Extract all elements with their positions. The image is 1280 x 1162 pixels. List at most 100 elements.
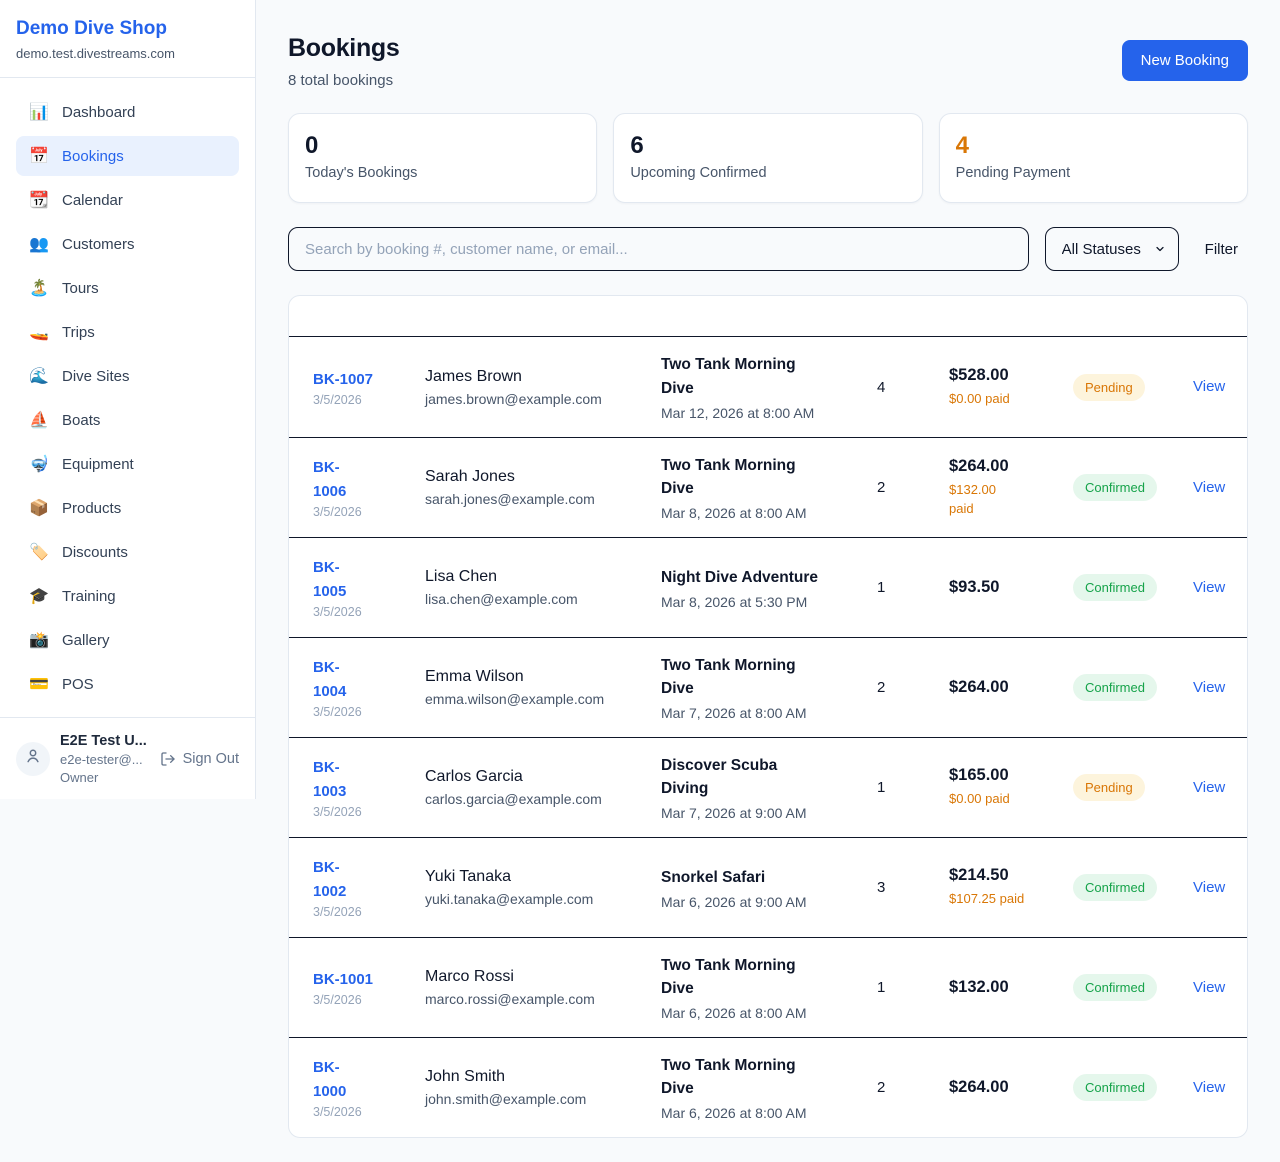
- trip-datetime: Mar 6, 2026 at 8:00 AM: [661, 1105, 865, 1121]
- stat-value: 6: [630, 133, 905, 158]
- trip-datetime: Mar 7, 2026 at 8:00 AM: [661, 705, 865, 721]
- sidebar-item-bookings[interactable]: 📅 Bookings: [16, 136, 239, 176]
- page-header: Bookings 8 total bookings New Booking: [288, 34, 1248, 89]
- sign-out-label: Sign Out: [183, 751, 239, 767]
- customer-name: James Brown: [425, 368, 649, 386]
- total-amount: $264.00: [949, 457, 1061, 476]
- trips-icon: 🚤: [29, 322, 49, 342]
- table-row: BK- 1002 3/5/2026 Yuki Tanaka yuki.tanak…: [289, 837, 1247, 937]
- calendar-icon: 📆: [29, 190, 49, 210]
- trip-name: Two Tank Morning Dive: [661, 454, 865, 501]
- view-link[interactable]: View: [1193, 979, 1225, 996]
- booking-id-link[interactable]: BK-1001: [313, 968, 373, 991]
- view-link[interactable]: View: [1193, 679, 1225, 696]
- status-badge: Confirmed: [1073, 974, 1157, 1001]
- booking-id-link[interactable]: BK- 1003: [313, 756, 346, 803]
- search-input[interactable]: [288, 227, 1029, 271]
- trip-name: Two Tank Morning Dive: [661, 353, 865, 400]
- training-icon: 🎓: [29, 586, 49, 606]
- dashboard-icon: 📊: [29, 102, 49, 122]
- view-link[interactable]: View: [1193, 1079, 1225, 1096]
- booking-id-link[interactable]: BK-1007: [313, 368, 373, 391]
- sidebar-item-discounts[interactable]: 🏷️ Discounts: [16, 532, 239, 572]
- sidebar-item-tours[interactable]: 🏝️ Tours: [16, 268, 239, 308]
- sidebar-item-training[interactable]: 🎓 Training: [16, 576, 239, 616]
- booking-date: 3/5/2026: [313, 1105, 413, 1119]
- bookings-icon: 📅: [29, 146, 49, 166]
- pax-count: 1: [877, 979, 949, 996]
- sign-out-button[interactable]: Sign Out: [160, 751, 239, 767]
- sidebar-item-pos[interactable]: 💳 POS: [16, 664, 239, 704]
- table-row: BK- 1000 3/5/2026 John Smith john.smith@…: [289, 1037, 1247, 1137]
- customer-email: yuki.tanaka@example.com: [425, 891, 649, 907]
- customer-email: emma.wilson@example.com: [425, 691, 649, 707]
- trip-datetime: Mar 7, 2026 at 9:00 AM: [661, 805, 865, 821]
- pax-count: 3: [877, 879, 949, 896]
- filter-button[interactable]: Filter: [1195, 241, 1248, 258]
- view-link[interactable]: View: [1193, 378, 1225, 395]
- sidebar-nav: 📊 Dashboard 📅 Bookings 📆 Calendar 👥 Cust…: [0, 78, 255, 717]
- booking-id-link[interactable]: BK- 1000: [313, 1056, 346, 1103]
- booking-date: 3/5/2026: [313, 805, 413, 819]
- booking-date: 3/5/2026: [313, 605, 413, 619]
- pax-count: 2: [877, 479, 949, 496]
- booking-date: 3/5/2026: [313, 505, 413, 519]
- bookings-table: BK-1007 3/5/2026 James Brown james.brown…: [288, 295, 1248, 1138]
- pax-count: 4: [877, 379, 949, 396]
- user-email: e2e-tester@...: [60, 752, 150, 767]
- stat-card-upcoming-confirmed: 6 Upcoming Confirmed: [613, 113, 922, 203]
- table-row: BK-1007 3/5/2026 James Brown james.brown…: [289, 337, 1247, 437]
- total-amount: $132.00: [949, 978, 1061, 997]
- customer-email: john.smith@example.com: [425, 1091, 649, 1107]
- view-link[interactable]: View: [1193, 879, 1225, 896]
- view-link[interactable]: View: [1193, 479, 1225, 496]
- trip-datetime: Mar 8, 2026 at 8:00 AM: [661, 505, 865, 521]
- booking-id-link[interactable]: BK- 1004: [313, 656, 346, 703]
- view-link[interactable]: View: [1193, 579, 1225, 596]
- total-amount: $214.50: [949, 866, 1061, 885]
- total-amount: $93.50: [949, 578, 1061, 597]
- sidebar-item-boats[interactable]: ⛵ Boats: [16, 400, 239, 440]
- booking-id-link[interactable]: BK- 1002: [313, 856, 346, 903]
- products-icon: 📦: [29, 498, 49, 518]
- customer-name: Sarah Jones: [425, 468, 649, 486]
- user-name: E2E Test U...: [60, 733, 150, 749]
- status-select[interactable]: All Statuses: [1045, 227, 1179, 271]
- dive-sites-icon: 🌊: [29, 366, 49, 386]
- sidebar-item-dashboard[interactable]: 📊 Dashboard: [16, 92, 239, 132]
- paid-amount: $132.00 paid: [949, 481, 1061, 519]
- table-header: [289, 296, 1247, 337]
- sidebar-item-gallery[interactable]: 📸 Gallery: [16, 620, 239, 660]
- booking-id-link[interactable]: BK- 1005: [313, 556, 346, 603]
- sidebar-item-equipment[interactable]: 🤿 Equipment: [16, 444, 239, 484]
- boats-icon: ⛵: [29, 410, 49, 430]
- status-badge: Confirmed: [1073, 574, 1157, 601]
- customer-name: Lisa Chen: [425, 568, 649, 586]
- booking-date: 3/5/2026: [313, 905, 413, 919]
- stat-card-pending-payment: 4 Pending Payment: [939, 113, 1248, 203]
- booking-date: 3/5/2026: [313, 993, 413, 1007]
- sidebar-item-dive-sites[interactable]: 🌊 Dive Sites: [16, 356, 239, 396]
- sidebar-item-calendar[interactable]: 📆 Calendar: [16, 180, 239, 220]
- brand-name[interactable]: Demo Dive Shop: [16, 18, 239, 40]
- paid-amount: $0.00 paid: [949, 790, 1061, 809]
- user-info: E2E Test U... e2e-tester@... Owner: [60, 733, 150, 785]
- view-link[interactable]: View: [1193, 779, 1225, 796]
- trip-name: Two Tank Morning Dive: [661, 954, 865, 1001]
- table-row: BK- 1005 3/5/2026 Lisa Chen lisa.chen@ex…: [289, 537, 1247, 637]
- booking-id-link[interactable]: BK- 1006: [313, 456, 346, 503]
- customer-email: sarah.jones@example.com: [425, 491, 649, 507]
- sidebar-item-products[interactable]: 📦 Products: [16, 488, 239, 528]
- stats-row: 0 Today's Bookings 6 Upcoming Confirmed …: [288, 113, 1248, 203]
- stat-label: Upcoming Confirmed: [630, 165, 905, 181]
- status-select-wrap: All Statuses: [1045, 227, 1179, 271]
- page-title: Bookings: [288, 34, 400, 63]
- booking-date: 3/5/2026: [313, 393, 413, 407]
- sidebar-item-customers[interactable]: 👥 Customers: [16, 224, 239, 264]
- new-booking-button[interactable]: New Booking: [1122, 40, 1248, 81]
- sidebar-item-trips[interactable]: 🚤 Trips: [16, 312, 239, 352]
- stat-label: Pending Payment: [956, 165, 1231, 181]
- booking-date: 3/5/2026: [313, 705, 413, 719]
- brand-block: Demo Dive Shop demo.test.divestreams.com: [0, 0, 255, 78]
- brand-domain: demo.test.divestreams.com: [16, 46, 239, 61]
